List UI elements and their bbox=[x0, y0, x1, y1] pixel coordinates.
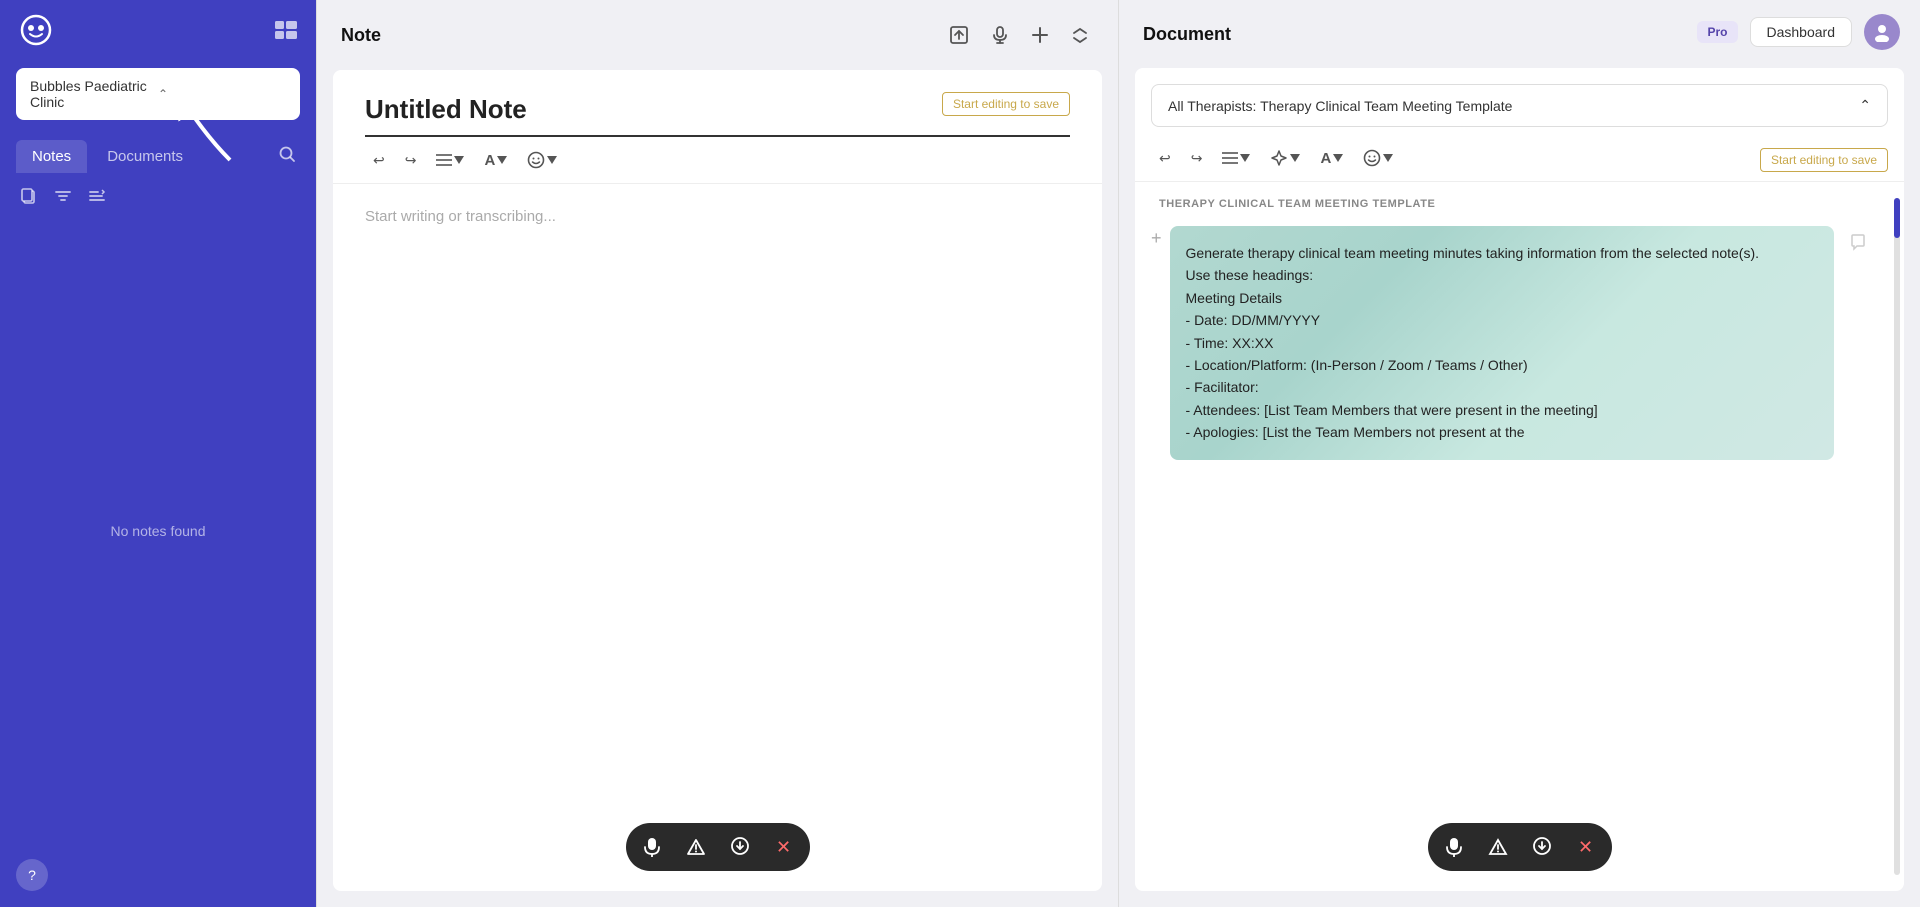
sidebar-item-documents[interactable]: Documents bbox=[91, 140, 199, 173]
editor-placeholder: Start writing or transcribing... bbox=[365, 208, 556, 225]
doc-floating-toolbar: ✕ bbox=[1428, 823, 1612, 871]
template-selector[interactable]: All Therapists: Therapy Clinical Team Me… bbox=[1151, 84, 1888, 127]
sidebar-footer: ? bbox=[0, 843, 316, 907]
upload-icon[interactable] bbox=[944, 20, 974, 50]
sidebar-item-notes[interactable]: Notes bbox=[16, 140, 87, 173]
doc-scrollbar[interactable] bbox=[1894, 198, 1900, 875]
workspace-selector[interactable]: Bubbles Paediatric Clinic ⌃ bbox=[16, 68, 300, 120]
workspace-chevron-icon: ⌃ bbox=[158, 87, 286, 101]
doc-download-button[interactable] bbox=[1520, 827, 1564, 867]
help-button[interactable]: ? bbox=[16, 859, 48, 891]
doc-align-button[interactable] bbox=[1214, 147, 1258, 169]
main-content: Note bbox=[316, 0, 1920, 907]
doc-comment-icon[interactable] bbox=[1842, 226, 1874, 258]
note-panel: Note bbox=[316, 0, 1118, 907]
undo-button[interactable]: ↩ bbox=[365, 148, 393, 173]
doc-block-content: Generate therapy clinical team meeting m… bbox=[1170, 226, 1834, 460]
doc-main-content: THERAPY CLINICAL TEAM MEETING TEMPLATE +… bbox=[1135, 182, 1890, 891]
template-selector-chevron-icon: ⌃ bbox=[1859, 97, 1871, 114]
doc-template-heading: THERAPY CLINICAL TEAM MEETING TEMPLATE bbox=[1151, 198, 1874, 210]
doc-scrollbar-thumb bbox=[1894, 198, 1900, 238]
note-mic-button[interactable] bbox=[630, 827, 674, 867]
doc-erase-button[interactable] bbox=[1476, 827, 1520, 867]
doc-ai-button[interactable] bbox=[1262, 145, 1308, 171]
doc-undo-button[interactable]: ↩ bbox=[1151, 146, 1179, 171]
copy-icon[interactable] bbox=[16, 183, 42, 209]
document-panel: Document All Therapists: The bbox=[1118, 0, 1920, 907]
pro-badge: Pro bbox=[1697, 21, 1737, 43]
sidebar-toolbar bbox=[0, 173, 316, 219]
collapse-note-icon[interactable] bbox=[1066, 21, 1094, 49]
layout-icon[interactable] bbox=[272, 16, 300, 44]
note-close-button[interactable]: ✕ bbox=[762, 827, 806, 867]
note-panel-title: Note bbox=[341, 25, 944, 46]
search-icon[interactable] bbox=[274, 141, 300, 172]
sort-icon[interactable] bbox=[84, 183, 110, 209]
note-editor: Start editing to save ↩ ↪ A bbox=[333, 70, 1102, 891]
sidebar-header bbox=[0, 0, 316, 60]
emoji-button[interactable] bbox=[519, 147, 565, 173]
add-note-button[interactable] bbox=[1026, 21, 1054, 49]
mic-icon[interactable] bbox=[986, 21, 1014, 49]
dashboard-button[interactable]: Dashboard bbox=[1750, 17, 1853, 47]
logo-icon bbox=[16, 10, 56, 50]
doc-body: THERAPY CLINICAL TEAM MEETING TEMPLATE +… bbox=[1135, 182, 1904, 891]
sidebar: Bubbles Paediatric Clinic ⌃ Notes Docume… bbox=[0, 0, 316, 907]
note-editor-toolbar: ↩ ↪ A bbox=[333, 137, 1102, 184]
template-selector-label: All Therapists: Therapy Clinical Team Me… bbox=[1168, 98, 1512, 114]
doc-emoji-button[interactable] bbox=[1355, 145, 1401, 171]
doc-close-button[interactable]: ✕ bbox=[1564, 827, 1608, 867]
note-floating-toolbar: ✕ bbox=[626, 823, 810, 871]
align-button[interactable] bbox=[428, 149, 472, 171]
doc-block: + Generate therapy clinical team meeting… bbox=[1151, 226, 1874, 460]
doc-save-badge: Start editing to save bbox=[1760, 148, 1888, 172]
note-download-button[interactable] bbox=[718, 827, 762, 867]
doc-mic-button[interactable] bbox=[1432, 827, 1476, 867]
doc-text-format-button[interactable]: A bbox=[1312, 146, 1351, 171]
sidebar-empty-state: No notes found bbox=[0, 219, 316, 843]
note-title-area: Start editing to save bbox=[333, 70, 1102, 137]
note-panel-header: Note bbox=[317, 0, 1118, 70]
note-erase-button[interactable] bbox=[674, 827, 718, 867]
note-panel-actions bbox=[944, 20, 1094, 50]
doc-add-block-button[interactable]: + bbox=[1151, 228, 1162, 249]
note-save-badge: Start editing to save bbox=[942, 92, 1070, 116]
doc-editor: All Therapists: Therapy Clinical Team Me… bbox=[1135, 68, 1904, 891]
sidebar-tabs: Notes Documents bbox=[0, 128, 316, 173]
note-editor-body[interactable]: Start writing or transcribing... bbox=[333, 184, 1102, 891]
empty-message: No notes found bbox=[111, 523, 206, 539]
redo-button[interactable]: ↪ bbox=[397, 148, 425, 173]
filter-icon[interactable] bbox=[50, 183, 76, 209]
text-format-button[interactable]: A bbox=[476, 148, 515, 173]
doc-redo-button[interactable]: ↪ bbox=[1183, 146, 1211, 171]
avatar[interactable] bbox=[1864, 14, 1900, 50]
workspace-name: Bubbles Paediatric Clinic bbox=[30, 78, 158, 110]
topbar: Pro Dashboard bbox=[1677, 0, 1920, 64]
